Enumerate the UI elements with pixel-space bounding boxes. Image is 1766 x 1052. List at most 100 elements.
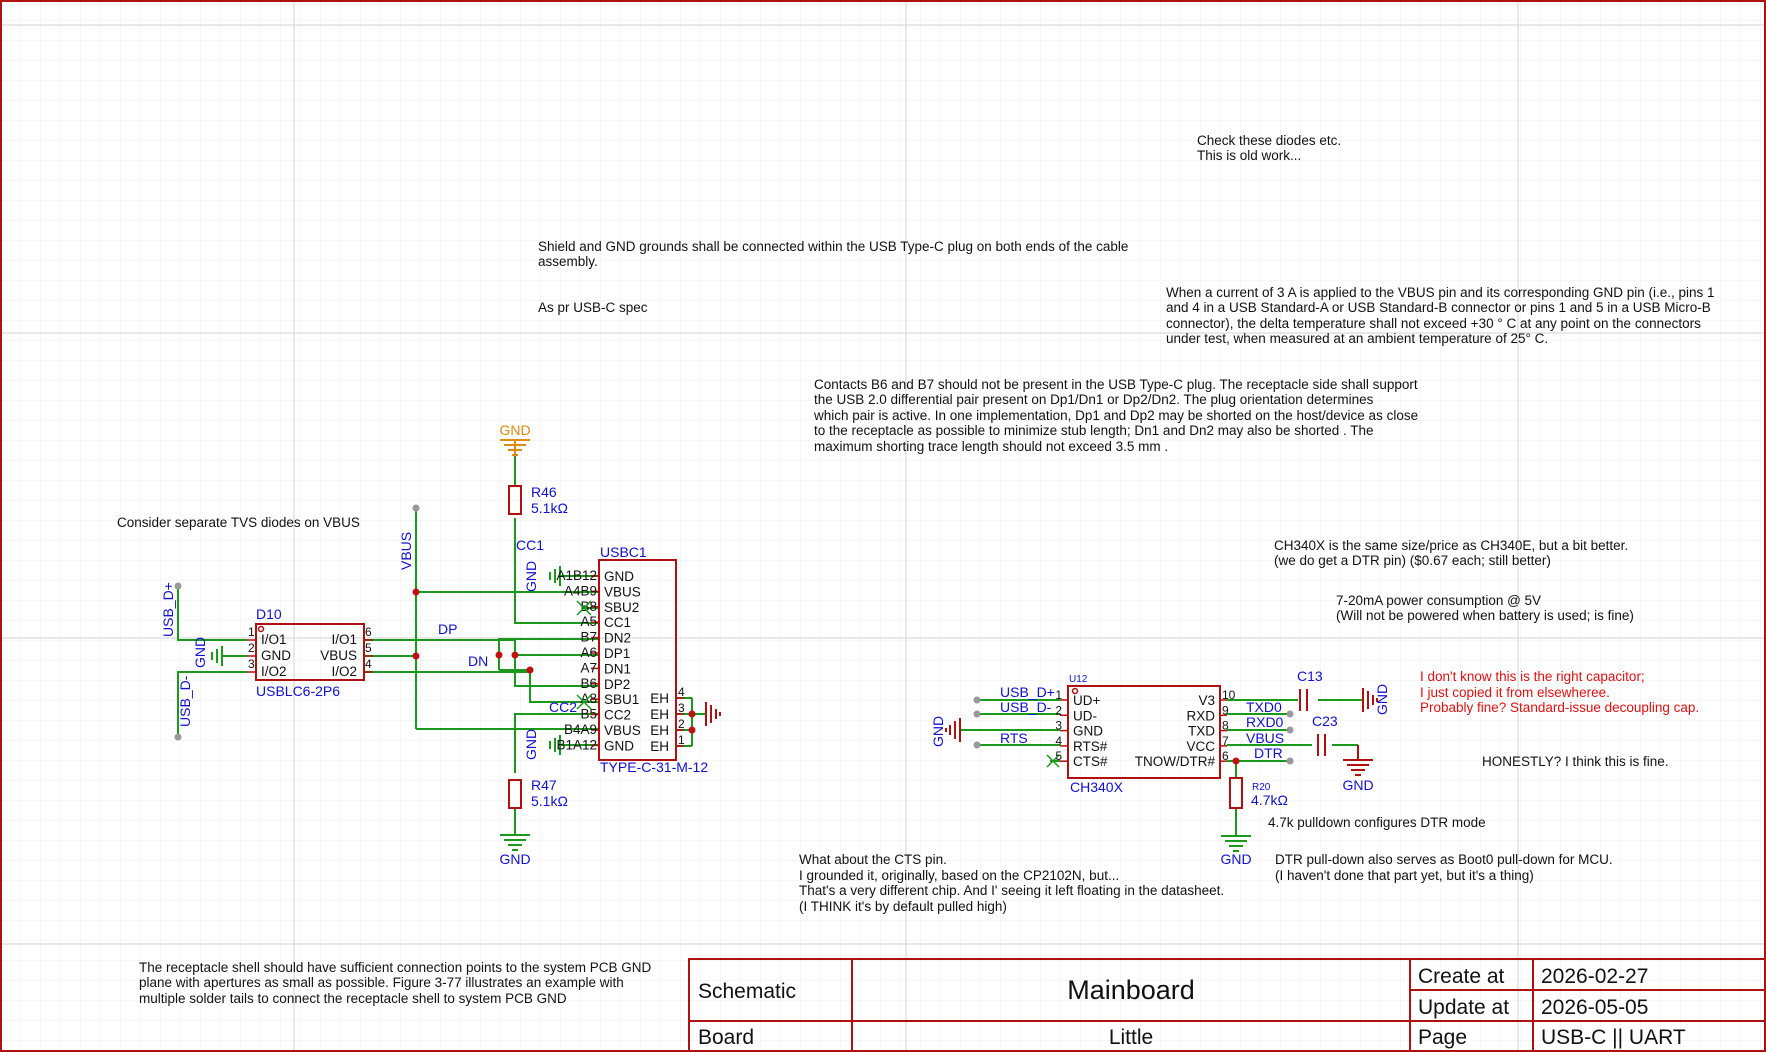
usbc1-pin-num: A4B9: [564, 583, 597, 598]
usbc1-eh-num: 2: [678, 717, 685, 731]
usbc1-pin-num: B6: [580, 676, 597, 691]
usbc1-pin-num: B1A12: [556, 737, 597, 752]
u12-pin-num: 7: [1222, 734, 1229, 748]
gnd-label-c13: GND: [1374, 684, 1390, 715]
usbc1-pin-num: A7: [580, 660, 597, 675]
u12-pin-name: UD-: [1073, 708, 1097, 723]
tb-page-label: Page: [1418, 1026, 1467, 1049]
svg-text:5: 5: [365, 641, 372, 655]
u12-pin-name: GND: [1073, 724, 1103, 739]
usbc1-eh-pins: EH 4 EH 3 EH 2 EH 1: [650, 685, 685, 754]
u12-pin-name: VCC: [1186, 739, 1215, 754]
tb-title: Mainboard: [1067, 975, 1195, 1005]
svg-text:I/O2: I/O2: [261, 664, 287, 679]
u12-pin-num: 3: [1055, 719, 1062, 733]
r20-value: 4.7kΩ: [1251, 792, 1288, 808]
gnd-label-a1b12: GND: [523, 561, 539, 592]
usbc1-pin-name: SBU2: [604, 600, 639, 615]
net-usb-dm: USB_D-: [177, 675, 193, 727]
gnd-label-b1a12: GND: [523, 729, 539, 760]
d10-part: USBLC6-2P6: [256, 683, 340, 699]
usbc1-eh-name: EH: [650, 691, 669, 706]
usbc1-pin-num: A1B12: [556, 568, 597, 583]
usbc1-pin-name: VBUS: [604, 723, 641, 738]
usbc1-pin-name: SBU1: [604, 692, 639, 707]
c23-ref: C23: [1312, 713, 1338, 729]
usbc1-eh-name: EH: [650, 739, 669, 754]
tb-board: Little: [1109, 1026, 1153, 1049]
svg-text:GND: GND: [261, 648, 291, 663]
usbc1-pin-name: CC1: [604, 615, 631, 630]
net-txd0: TXD0: [1246, 699, 1282, 715]
tb-schematic-label: Schematic: [698, 980, 796, 1003]
gnd-label-d10: GND: [192, 637, 208, 668]
u12-pin-name: TXD: [1188, 724, 1215, 739]
gnd-label-c23: GND: [1342, 777, 1373, 793]
usbc1-pin-num: B7: [580, 630, 597, 645]
svg-text:2: 2: [248, 641, 255, 655]
net-rxd0: RXD0: [1246, 714, 1284, 730]
usbc1-pin-name: GND: [604, 569, 634, 584]
net-cc1: CC1: [516, 537, 544, 553]
usbc1-pin-name: GND: [604, 738, 634, 753]
usbc1-pin-name: DN1: [604, 661, 631, 676]
svg-text:I/O2: I/O2: [331, 664, 357, 679]
d10-ref: D10: [256, 606, 282, 622]
usbc1-eh-name: EH: [650, 723, 669, 738]
note-as-pr-spec: As pr USB-C spec: [538, 300, 648, 315]
usbc1-pin-num: B5: [580, 707, 597, 722]
u12-part: CH340X: [1070, 779, 1124, 795]
u12-pin-num: 4: [1055, 734, 1062, 748]
u12-pin-num: 10: [1222, 688, 1236, 702]
tb-page: USB-C || UART: [1541, 1026, 1686, 1049]
usbc1-pin-name: CC2: [604, 708, 631, 723]
u12-pin-name: RXD: [1186, 708, 1215, 723]
gnd-label-top: GND: [499, 422, 530, 438]
svg-text:VBUS: VBUS: [320, 648, 357, 663]
u12-pin-name: V3: [1198, 693, 1215, 708]
net-vbus: VBUS: [398, 532, 414, 570]
d10-left-pins: 1 I/O1 2 GND 3 I/O2: [248, 625, 291, 679]
usbc1-ref: USBC1: [600, 544, 647, 560]
usbc1-pin-name: DN2: [604, 631, 631, 646]
r46-value: 5.1kΩ: [531, 500, 568, 516]
usbc1-eh-num: 3: [678, 701, 685, 715]
gnd-label-u12: GND: [930, 716, 946, 747]
tb-create-label: Create at: [1418, 965, 1505, 988]
u12-pin-name: RTS#: [1073, 739, 1108, 754]
gnd-label-r20: GND: [1220, 851, 1251, 867]
tb-update-label: Update at: [1418, 996, 1509, 1019]
note-honestly: HONESTLY? I think this is fine.: [1482, 754, 1669, 769]
usbc1-pin-num: A6: [580, 645, 597, 660]
net-dn: DN: [468, 653, 488, 669]
usbc1-eh-num: 4: [678, 685, 685, 699]
schematic-sheet: Check these diodes etc. This is old work…: [0, 0, 1766, 1052]
usbc1-eh-name: EH: [650, 707, 669, 722]
c13-ref: C13: [1297, 668, 1323, 684]
r47-value: 5.1kΩ: [531, 793, 568, 809]
usbc1-part: TYPE-C-31-M-12: [600, 759, 708, 775]
net-rts: RTS: [1000, 730, 1028, 746]
u12-pin-num: 8: [1222, 719, 1229, 733]
net-usb-dp: USB_D+: [160, 582, 176, 637]
u12-pin-num: 1: [1055, 688, 1062, 702]
r47-ref: R47: [531, 777, 557, 793]
usbc1-pin-name: VBUS: [604, 584, 641, 599]
net-u12-dm: USB_D-: [1000, 699, 1052, 715]
u12-pin-num: 9: [1222, 703, 1229, 717]
svg-text:1: 1: [248, 625, 255, 639]
u12-pin-name: TNOW/DTR#: [1135, 754, 1216, 769]
u12-ref: U12: [1069, 674, 1088, 685]
u12-pin-name: UD+: [1073, 693, 1100, 708]
tb-create-date: 2026-02-27: [1541, 965, 1648, 988]
u12-pin-num: 2: [1055, 703, 1062, 717]
net-dp: DP: [438, 621, 457, 637]
usbc1-pin-name: DP2: [604, 677, 630, 692]
svg-text:3: 3: [248, 657, 255, 671]
note-pulldown: 4.7k pulldown configures DTR mode: [1268, 815, 1486, 830]
tb-board-label: Board: [698, 1026, 754, 1049]
usbc1-pin-name: DP1: [604, 646, 630, 661]
svg-text:I/O1: I/O1: [331, 632, 357, 647]
svg-text:6: 6: [365, 625, 372, 639]
net-dtr: DTR: [1254, 745, 1283, 761]
